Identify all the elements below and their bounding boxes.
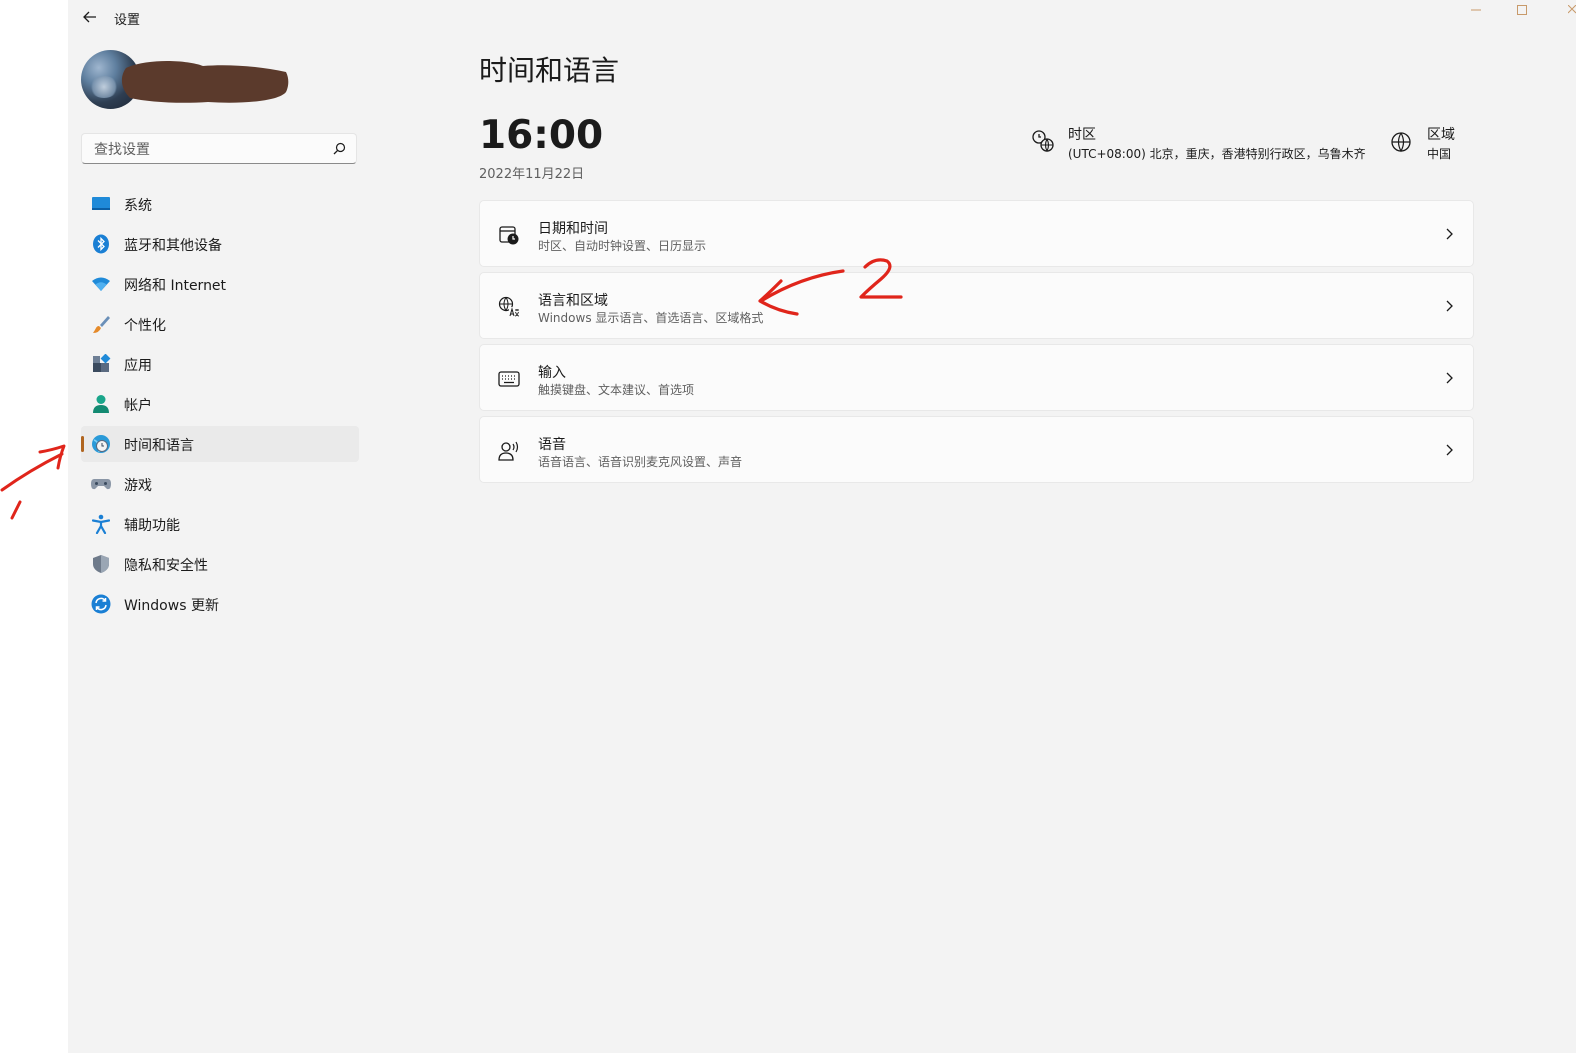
- page-title: 时间和语言: [479, 54, 620, 87]
- sidebar-item-label: 隐私和安全性: [124, 558, 208, 574]
- sidebar-item-label: 应用: [124, 358, 152, 374]
- region-label: 区域: [1427, 127, 1455, 143]
- sidebar-item-gaming[interactable]: 游戏: [81, 466, 359, 502]
- sidebar-item-network[interactable]: 网络和 Internet: [81, 266, 359, 302]
- sidebar-item-time-language[interactable]: 时间和语言: [81, 426, 359, 462]
- sidebar-item-label: 系统: [124, 198, 152, 214]
- sidebar-item-label: 时间和语言: [124, 438, 194, 454]
- globe-clock-icon: [91, 434, 111, 454]
- chevron-right-icon: [1446, 228, 1453, 240]
- bluetooth-icon: [91, 234, 111, 254]
- app-title: 设置: [114, 13, 141, 28]
- update-icon: [91, 594, 111, 614]
- chevron-right-icon: [1446, 372, 1453, 384]
- card-title: 日期和时间: [538, 221, 608, 237]
- annotation-arrow-1: [0, 444, 66, 520]
- sidebar-nav: 系统 蓝牙和其他设备 网络和 Internet 个性化 应用 帐户 时间和语言: [81, 186, 359, 626]
- selection-indicator: [81, 436, 84, 452]
- timezone-value: (UTC+08:00) 北京，重庆，香港特别行政区，乌鲁木齐: [1068, 147, 1366, 161]
- maximize-icon: [1517, 5, 1527, 15]
- sidebar-item-apps[interactable]: 应用: [81, 346, 359, 382]
- search-input[interactable]: [92, 139, 326, 161]
- sidebar-item-label: 蓝牙和其他设备: [124, 238, 222, 254]
- sidebar-item-label: Windows 更新: [124, 598, 219, 614]
- back-button[interactable]: [80, 7, 100, 27]
- sidebar-item-personalization[interactable]: 个性化: [81, 306, 359, 342]
- redacted-username: [121, 61, 289, 103]
- back-arrow-icon: [83, 11, 96, 23]
- card-typing[interactable]: 输入 触摸键盘、文本建议、首选项: [479, 344, 1474, 411]
- chevron-right-icon: [1446, 444, 1453, 456]
- maximize-button[interactable]: [1499, 0, 1545, 20]
- sidebar-item-label: 游戏: [124, 478, 152, 494]
- chevron-right-icon: [1446, 300, 1453, 312]
- brush-icon: [91, 314, 111, 334]
- timezone-label: 时区: [1068, 127, 1096, 143]
- calendar-clock-icon: [497, 223, 521, 247]
- sidebar-item-accounts[interactable]: 帐户: [81, 386, 359, 422]
- sidebar-item-privacy[interactable]: 隐私和安全性: [81, 546, 359, 582]
- sidebar-item-system[interactable]: 系统: [81, 186, 359, 222]
- search-icon[interactable]: [333, 142, 346, 155]
- region-globe-icon: [1391, 132, 1411, 153]
- card-speech[interactable]: 语音 语音语言、语音识别麦克风设置、声音: [479, 416, 1474, 483]
- sidebar-item-label: 帐户: [124, 398, 152, 414]
- accessibility-icon: [91, 514, 111, 534]
- sidebar-item-label: 辅助功能: [124, 518, 180, 534]
- card-title: 语音: [538, 437, 566, 453]
- sidebar-item-bluetooth[interactable]: 蓝牙和其他设备: [81, 226, 359, 262]
- close-icon: [1568, 5, 1576, 14]
- wifi-icon: [91, 274, 111, 294]
- minimize-icon: [1471, 9, 1481, 11]
- keyboard-icon: [497, 367, 521, 391]
- settings-card-list: 日期和时间 时区、自动时钟设置、日历显示 语言和区域 Windows 显示语言、…: [479, 200, 1474, 488]
- card-date-time[interactable]: 日期和时间 时区、自动时钟设置、日历显示: [479, 200, 1474, 267]
- card-title: 语言和区域: [538, 293, 608, 309]
- apps-icon: [91, 354, 111, 374]
- gamepad-icon: [91, 474, 111, 494]
- sidebar-item-windows-update[interactable]: Windows 更新: [81, 586, 359, 622]
- card-title: 输入: [538, 365, 566, 381]
- close-button[interactable]: [1545, 0, 1576, 20]
- sidebar-item-label: 个性化: [124, 318, 166, 334]
- current-time: 16:00: [479, 113, 604, 158]
- card-subtitle: 语音语言、语音识别麦克风设置、声音: [538, 455, 743, 469]
- annotation-number-1: [10, 500, 22, 520]
- monitor-icon: [91, 194, 111, 214]
- timezone-globe-icon: [1032, 130, 1054, 153]
- settings-window: 设置 系统 蓝牙和其他设备 网络和 Internet: [68, 0, 1576, 1053]
- current-date: 2022年11月22日: [479, 167, 585, 182]
- card-subtitle: 触摸键盘、文本建议、首选项: [538, 383, 695, 397]
- search-box[interactable]: [81, 133, 357, 164]
- shield-icon: [91, 554, 111, 574]
- sidebar-item-accessibility[interactable]: 辅助功能: [81, 506, 359, 542]
- card-subtitle: 时区、自动时钟设置、日历显示: [538, 239, 707, 253]
- title-bar: 设置: [68, 0, 1576, 34]
- language-icon: [497, 295, 521, 319]
- minimize-button[interactable]: [1453, 0, 1499, 20]
- card-language-region[interactable]: 语言和区域 Windows 显示语言、首选语言、区域格式: [479, 272, 1474, 339]
- region-value: 中国: [1427, 147, 1452, 161]
- card-subtitle: Windows 显示语言、首选语言、区域格式: [538, 311, 764, 325]
- sidebar-item-label: 网络和 Internet: [124, 278, 227, 294]
- speech-icon: [497, 439, 521, 463]
- person-icon: [91, 394, 111, 414]
